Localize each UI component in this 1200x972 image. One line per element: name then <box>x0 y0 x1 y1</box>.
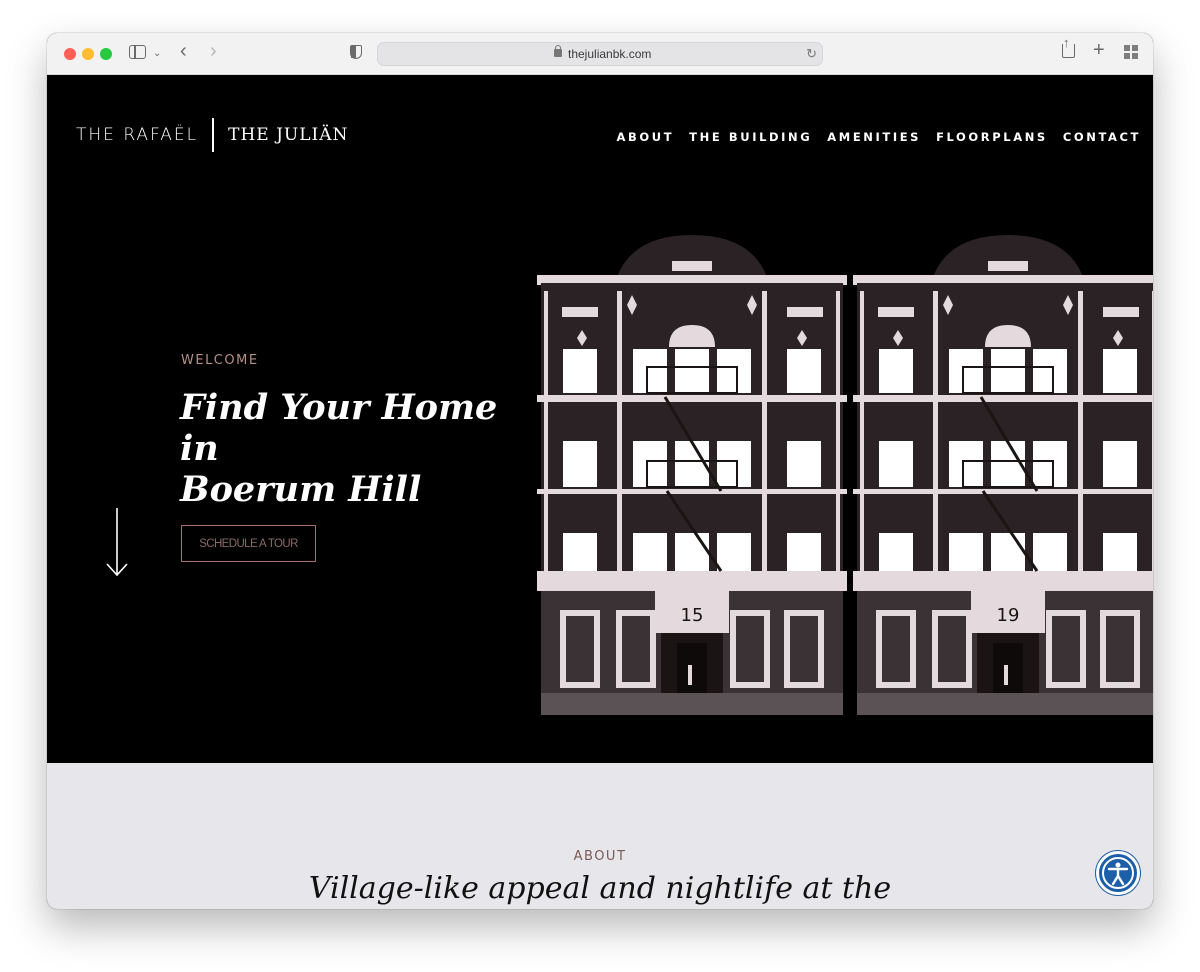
new-tab-icon[interactable]: + <box>1093 40 1105 60</box>
about-eyebrow: ABOUT <box>573 849 627 864</box>
nav-contact[interactable]: CONTACT <box>1063 130 1141 144</box>
tab-overview-icon[interactable] <box>1124 45 1138 59</box>
privacy-shield-icon[interactable] <box>350 45 362 59</box>
hero-headline: Find Your Home in Boerum Hill <box>180 387 540 510</box>
browser-toolbar: ⌄ ‹ › thejulianbk.com ↻ + <box>47 33 1153 75</box>
close-window-button[interactable] <box>64 48 76 60</box>
accessibility-icon <box>1102 857 1134 889</box>
url-text: thejulianbk.com <box>568 47 652 61</box>
sidebar-toggle-icon[interactable] <box>129 45 146 59</box>
about-title: Village-like appeal and nightlife at the <box>308 871 892 906</box>
browser-window: ⌄ ‹ › thejulianbk.com ↻ + THE RAFAËL THE… <box>47 33 1153 909</box>
nav-floorplans[interactable]: FLOORPLANS <box>936 130 1048 144</box>
back-arrow-icon[interactable]: ‹ <box>180 41 187 61</box>
building-left <box>537 235 847 715</box>
logo-julian: THE JULIÄN <box>228 125 349 145</box>
main-nav: ABOUT THE BUILDING AMENITIES FLOORPLANS … <box>617 130 1141 144</box>
headline-line-2: Boerum Hill <box>180 469 422 510</box>
building-number-15: 15 <box>681 605 704 626</box>
minimize-window-button[interactable] <box>82 48 94 60</box>
headline-line-1: Find Your Home in <box>180 387 498 469</box>
hero-eyebrow: WELCOME <box>181 353 259 368</box>
zoom-window-button[interactable] <box>100 48 112 60</box>
arrow-down-icon[interactable] <box>105 508 129 578</box>
forward-arrow-icon[interactable]: › <box>210 41 217 61</box>
building-right <box>853 235 1153 715</box>
reload-icon[interactable]: ↻ <box>806 46 817 62</box>
nav-amenities[interactable]: AMENITIES <box>827 130 921 144</box>
site-logo[interactable]: THE RAFAËL THE JULIÄN <box>76 117 348 153</box>
logo-rafael: THE RAFAËL <box>76 125 199 145</box>
schedule-tour-button[interactable]: SCHEDULE A TOUR <box>181 525 316 562</box>
hero-section: THE RAFAËL THE JULIÄN ABOUT THE BUILDING… <box>47 75 1153 763</box>
logo-divider <box>212 118 215 152</box>
accessibility-button[interactable] <box>1096 851 1140 895</box>
about-section: ABOUT Village-like appeal and nightlife … <box>47 763 1153 909</box>
building-number-19: 19 <box>997 605 1020 626</box>
address-bar[interactable]: thejulianbk.com ↻ <box>377 42 823 66</box>
nav-about[interactable]: ABOUT <box>617 130 675 144</box>
building-illustration: 15 19 <box>537 225 1153 715</box>
share-icon[interactable] <box>1062 35 1075 58</box>
lock-icon <box>554 45 562 57</box>
chevron-down-icon[interactable]: ⌄ <box>153 46 161 62</box>
nav-the-building[interactable]: THE BUILDING <box>689 130 812 144</box>
